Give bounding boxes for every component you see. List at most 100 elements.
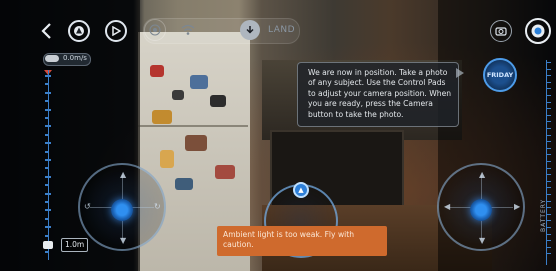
target-icon — [149, 24, 161, 36]
battery-scale-tick — [547, 174, 551, 176]
battery-scale-tick — [547, 88, 551, 90]
battery-scale-tick — [547, 200, 551, 202]
battery-scale-tick — [547, 187, 551, 189]
altitude-scale-tick — [45, 167, 49, 170]
tutorial-bubble: We are now in position. Take a photo of … — [297, 62, 459, 127]
battery-scale-tick — [547, 134, 551, 136]
camera-switch-button[interactable] — [490, 20, 512, 42]
feed-magnet — [185, 135, 207, 151]
battery-scale-tick — [547, 194, 551, 195]
warning-toast: Ambient light is too weak. Fly with caut… — [217, 226, 387, 256]
altitude-scale-tick — [45, 108, 51, 111]
battery-scale-tick — [547, 167, 551, 169]
altitude-scale-tick — [45, 100, 49, 103]
altitude-scale-tick — [45, 133, 49, 136]
battery-scale-tick — [547, 114, 551, 116]
battery-scale-tick — [547, 68, 551, 70]
right-arrow-icon: ▶ — [514, 202, 521, 211]
feed-magnet — [160, 150, 174, 168]
battery-scale-tick — [547, 108, 551, 110]
battery-scale-tick — [547, 75, 551, 77]
altitude-scale-tick — [45, 150, 49, 153]
tutorial-message: We are now in position. Take a photo of … — [308, 68, 452, 119]
altitude-scale-tick — [45, 209, 51, 212]
back-button[interactable] — [38, 20, 56, 42]
battery-scale-tick — [547, 121, 551, 123]
land-label: LAND — [268, 25, 296, 35]
battery-scale-tick — [547, 141, 551, 143]
feed-magnet — [175, 178, 193, 190]
wifi-indicator — [180, 23, 196, 37]
download-arrow-icon — [246, 26, 254, 34]
vertical-speed-label: 0.0m/s — [63, 54, 87, 62]
rotate-right-icon: ↻ — [154, 202, 161, 211]
altitude-scale-tick — [45, 226, 51, 229]
battery-scale-tick — [547, 180, 551, 182]
mode-button[interactable]: FRIDAY — [483, 58, 517, 92]
altitude-scale-tick — [45, 117, 49, 119]
drone-control-screen: LAND 0.0m/s 1.0m ▲ ▼ ↺ ↻ ▲ ▼ ◀ ▶ ▲ We ar… — [0, 0, 556, 271]
altitude-scale-tick — [45, 251, 49, 254]
altitude-position-marker — [43, 241, 53, 249]
battery-scale-tick — [547, 154, 551, 156]
triangle-up-circle-icon — [74, 26, 84, 36]
battery-scale-tick — [547, 101, 551, 103]
land-button[interactable] — [240, 20, 260, 40]
altitude-scale-tick — [45, 234, 49, 237]
play-button[interactable] — [105, 20, 127, 42]
battery-scale-tick — [547, 147, 551, 149]
battery-scale-tick — [547, 233, 551, 235]
feed-magnet — [215, 165, 235, 179]
battery-scale-tick — [547, 240, 551, 242]
feed-fridge-seam — [138, 125, 248, 127]
feed-magnet — [150, 65, 164, 77]
target-button[interactable] — [144, 19, 166, 41]
battery-scale-tick — [547, 95, 551, 96]
altitude-scale — [45, 75, 51, 260]
battery-scale-tick — [547, 213, 551, 215]
tutorial-bubble-pointer — [456, 68, 464, 78]
altitude-scale-tick — [45, 175, 51, 178]
feed-magnet — [152, 110, 172, 124]
right-pad-knob[interactable] — [470, 199, 492, 221]
battery-scale-tick — [547, 207, 551, 209]
altitude-scale-tick — [45, 159, 51, 161]
mode-label: FRIDAY — [486, 71, 514, 79]
camera-shutter-button[interactable] — [525, 18, 551, 44]
feed-magnet — [172, 90, 184, 100]
wifi-icon — [181, 24, 195, 35]
battery-label: BATTERY — [540, 198, 547, 232]
speed-toggle-knob — [45, 55, 59, 62]
altitude-scale-tick — [45, 83, 49, 86]
backward-arrow-icon: ▼ — [479, 236, 486, 245]
battery-scale-tick — [547, 161, 551, 162]
gimbal-tilt-handle[interactable]: ▲ — [293, 182, 309, 198]
left-pad-knob[interactable] — [111, 199, 133, 221]
battery-scale-tick — [547, 220, 551, 222]
battery-scale-tick — [547, 81, 551, 83]
altitude-scale-tick — [45, 184, 49, 187]
takeoff-button[interactable] — [68, 20, 90, 42]
altitude-scale-tick — [45, 91, 51, 94]
altitude-scale-tick — [45, 192, 51, 195]
feed-magnet — [210, 95, 226, 107]
up-arrow-icon: ▲ — [120, 170, 127, 179]
camera-switch-icon — [495, 27, 507, 36]
altitude-scale-tick — [45, 75, 51, 77]
chevron-left-icon — [41, 23, 51, 39]
altitude-scale-tick — [45, 142, 51, 145]
rotate-left-icon: ↺ — [84, 202, 91, 211]
battery-scale-tick — [547, 128, 551, 129]
forward-arrow-icon: ▲ — [479, 170, 486, 179]
altitude-scale-tick — [45, 201, 49, 203]
feed-magnet — [190, 75, 208, 89]
play-circle-icon — [112, 26, 121, 36]
down-arrow-icon: ▼ — [120, 236, 127, 245]
battery-scale-tick — [547, 227, 551, 228]
battery-scale-tick — [547, 62, 551, 63]
up-arrow-icon: ▲ — [298, 186, 304, 194]
battery-scale-tick — [547, 253, 551, 255]
altitude-scale-tick — [45, 217, 49, 220]
left-arrow-icon: ◀ — [444, 202, 451, 211]
altitude-scale-tick — [45, 125, 51, 128]
